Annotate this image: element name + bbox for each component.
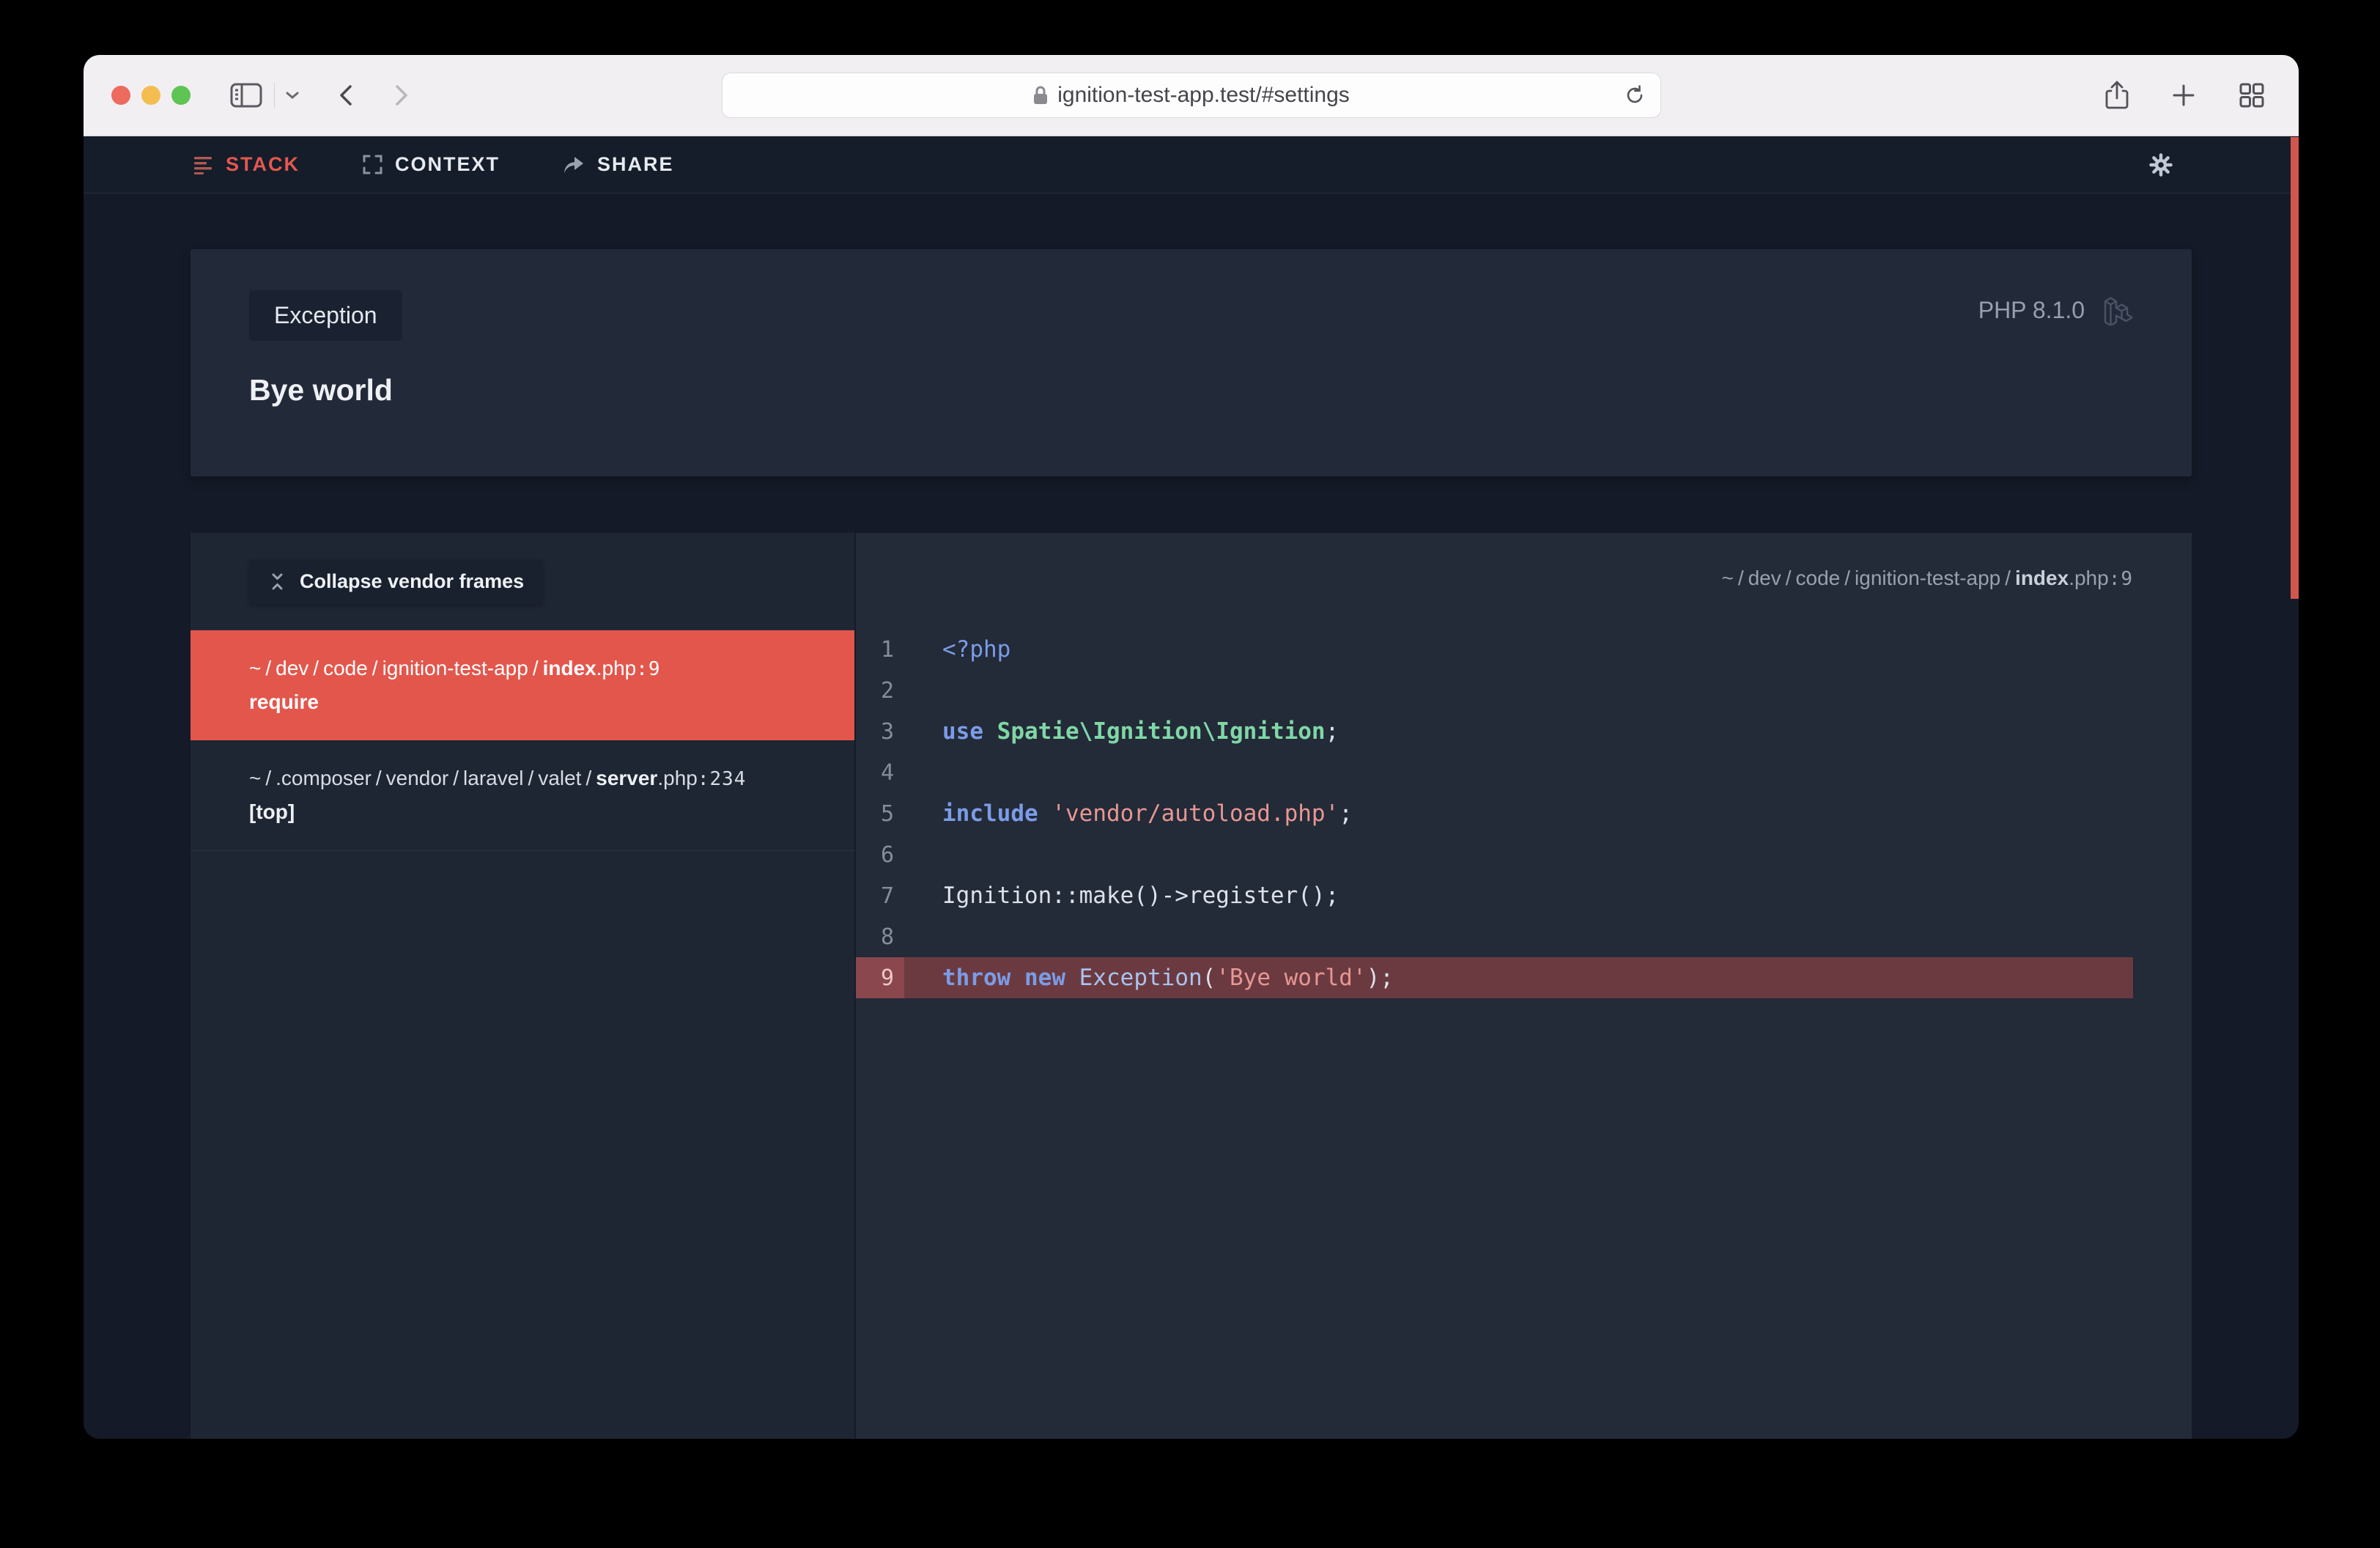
tab-stack-label: STACK (226, 153, 300, 176)
tab-share-label: SHARE (597, 153, 674, 176)
chevron-down-icon (285, 91, 300, 100)
code-panel: ~/dev/code/ignition-test-app/index.php:9… (854, 533, 2192, 1439)
code-line: 3 use Spatie\Ignition\Ignition; (856, 711, 2133, 752)
tab-overview-icon (2239, 82, 2265, 108)
stack-frame[interactable]: ~/.composer/vendor/laravel/valet/server.… (191, 740, 854, 851)
code-line: 5 include 'vendor/autoload.php'; (856, 793, 2133, 834)
settings-button[interactable] (2149, 153, 2173, 177)
frame-method: [top] (249, 800, 822, 824)
forward-button[interactable] (393, 84, 410, 107)
stack-section: Collapse vendor frames ~/dev/code/igniti… (191, 533, 2192, 1439)
ignition-navbar: STACK CONTEXT SHARE (84, 136, 2299, 194)
laravel-icon (2104, 295, 2133, 325)
lock-icon (1032, 85, 1049, 106)
stack-lines-icon (193, 155, 213, 174)
line-number: 7 (856, 875, 904, 916)
frames-list: ~/dev/code/ignition-test-app/index.php:9… (191, 630, 854, 851)
frame-method: require (249, 690, 822, 714)
line-number: 9 (856, 957, 904, 998)
exception-card: Exception Bye world PHP 8.1.0 (191, 249, 2192, 476)
collapse-vendor-frames-button[interactable]: Collapse vendor frames (249, 559, 543, 604)
new-tab-button[interactable] (2171, 83, 2196, 108)
line-number: 8 (856, 916, 904, 957)
line-number: 4 (856, 752, 904, 793)
traffic-lights (111, 86, 191, 105)
tab-context-label: CONTEXT (395, 153, 500, 176)
minimize-button[interactable] (141, 86, 160, 105)
sidebar-toggle-button[interactable] (230, 83, 262, 108)
back-icon (338, 84, 354, 107)
share-export-icon (2105, 81, 2129, 110)
error-page: Exception Bye world PHP 8.1.0 (84, 194, 2299, 1439)
line-content: use Spatie\Ignition\Ignition; (904, 718, 1339, 745)
tab-stack[interactable]: STACK (193, 153, 300, 176)
share-arrow-icon (563, 155, 585, 174)
line-number: 2 (856, 670, 904, 711)
php-version-label: PHP 8.1.0 (1978, 297, 2085, 324)
sidebar-menu-button[interactable] (285, 91, 300, 100)
address-bar[interactable]: ignition-test-app.test/#settings (722, 73, 1661, 118)
code-line: 2 (856, 670, 2133, 711)
sidebar-icon (230, 83, 262, 108)
close-button[interactable] (111, 86, 130, 105)
tab-context[interactable]: CONTEXT (363, 153, 500, 176)
line-number: 5 (856, 793, 904, 834)
line-number: 3 (856, 711, 904, 752)
frame-path: ~/dev/code/ignition-test-app/index.php:9 (249, 657, 822, 680)
scrollbar-thumb[interactable] (2291, 137, 2299, 599)
tab-share[interactable]: SHARE (563, 153, 674, 176)
exception-message: Bye world (249, 373, 2133, 408)
browser-toolbar: ignition-test-app.test/#settings (84, 55, 2299, 136)
line-content: <?php (904, 636, 1010, 663)
code-line: 9 throw new Exception('Bye world'); (856, 957, 2133, 998)
code-line: 6 (856, 834, 2133, 875)
code-line: 8 (856, 916, 2133, 957)
back-button[interactable] (338, 84, 354, 107)
exception-class-badge: Exception (249, 290, 402, 341)
stack-trace-panel: Collapse vendor frames ~/dev/code/igniti… (191, 533, 854, 1439)
forward-icon (393, 84, 410, 107)
line-content: Ignition::make()->register(); (904, 882, 1339, 909)
code-line: 4 (856, 752, 2133, 793)
code-line: 7 Ignition::make()->register(); (856, 875, 2133, 916)
refresh-button[interactable] (1624, 84, 1646, 106)
tab-overview-button[interactable] (2239, 82, 2265, 108)
code-file-path: ~/dev/code/ignition-test-app/index.php:9 (856, 533, 2192, 629)
browser-window: ignition-test-app.test/#settings (84, 55, 2299, 1439)
zoom-button[interactable] (171, 86, 191, 105)
gear-icon (2149, 153, 2173, 177)
line-number: 6 (856, 834, 904, 875)
line-number: 1 (856, 629, 904, 670)
context-brackets-icon (363, 155, 382, 174)
line-content: throw new Exception('Bye world'); (904, 965, 1394, 991)
refresh-icon (1624, 84, 1646, 106)
frame-path: ~/.composer/vendor/laravel/valet/server.… (249, 767, 822, 790)
line-content: include 'vendor/autoload.php'; (904, 800, 1353, 827)
collapse-button-label: Collapse vendor frames (300, 570, 524, 593)
collapse-icon (268, 572, 287, 591)
plus-icon (2171, 83, 2196, 108)
code-line: 1 <?php (856, 629, 2133, 670)
stack-frame[interactable]: ~/dev/code/ignition-test-app/index.php:9… (191, 630, 854, 740)
url-text: ignition-test-app.test/#settings (1057, 83, 1350, 108)
toolbar-divider (274, 83, 275, 108)
share-button[interactable] (2105, 81, 2129, 110)
code-snippet: 1 <?php 2 3 use Spatie\Ignition\Ignition… (856, 629, 2133, 998)
